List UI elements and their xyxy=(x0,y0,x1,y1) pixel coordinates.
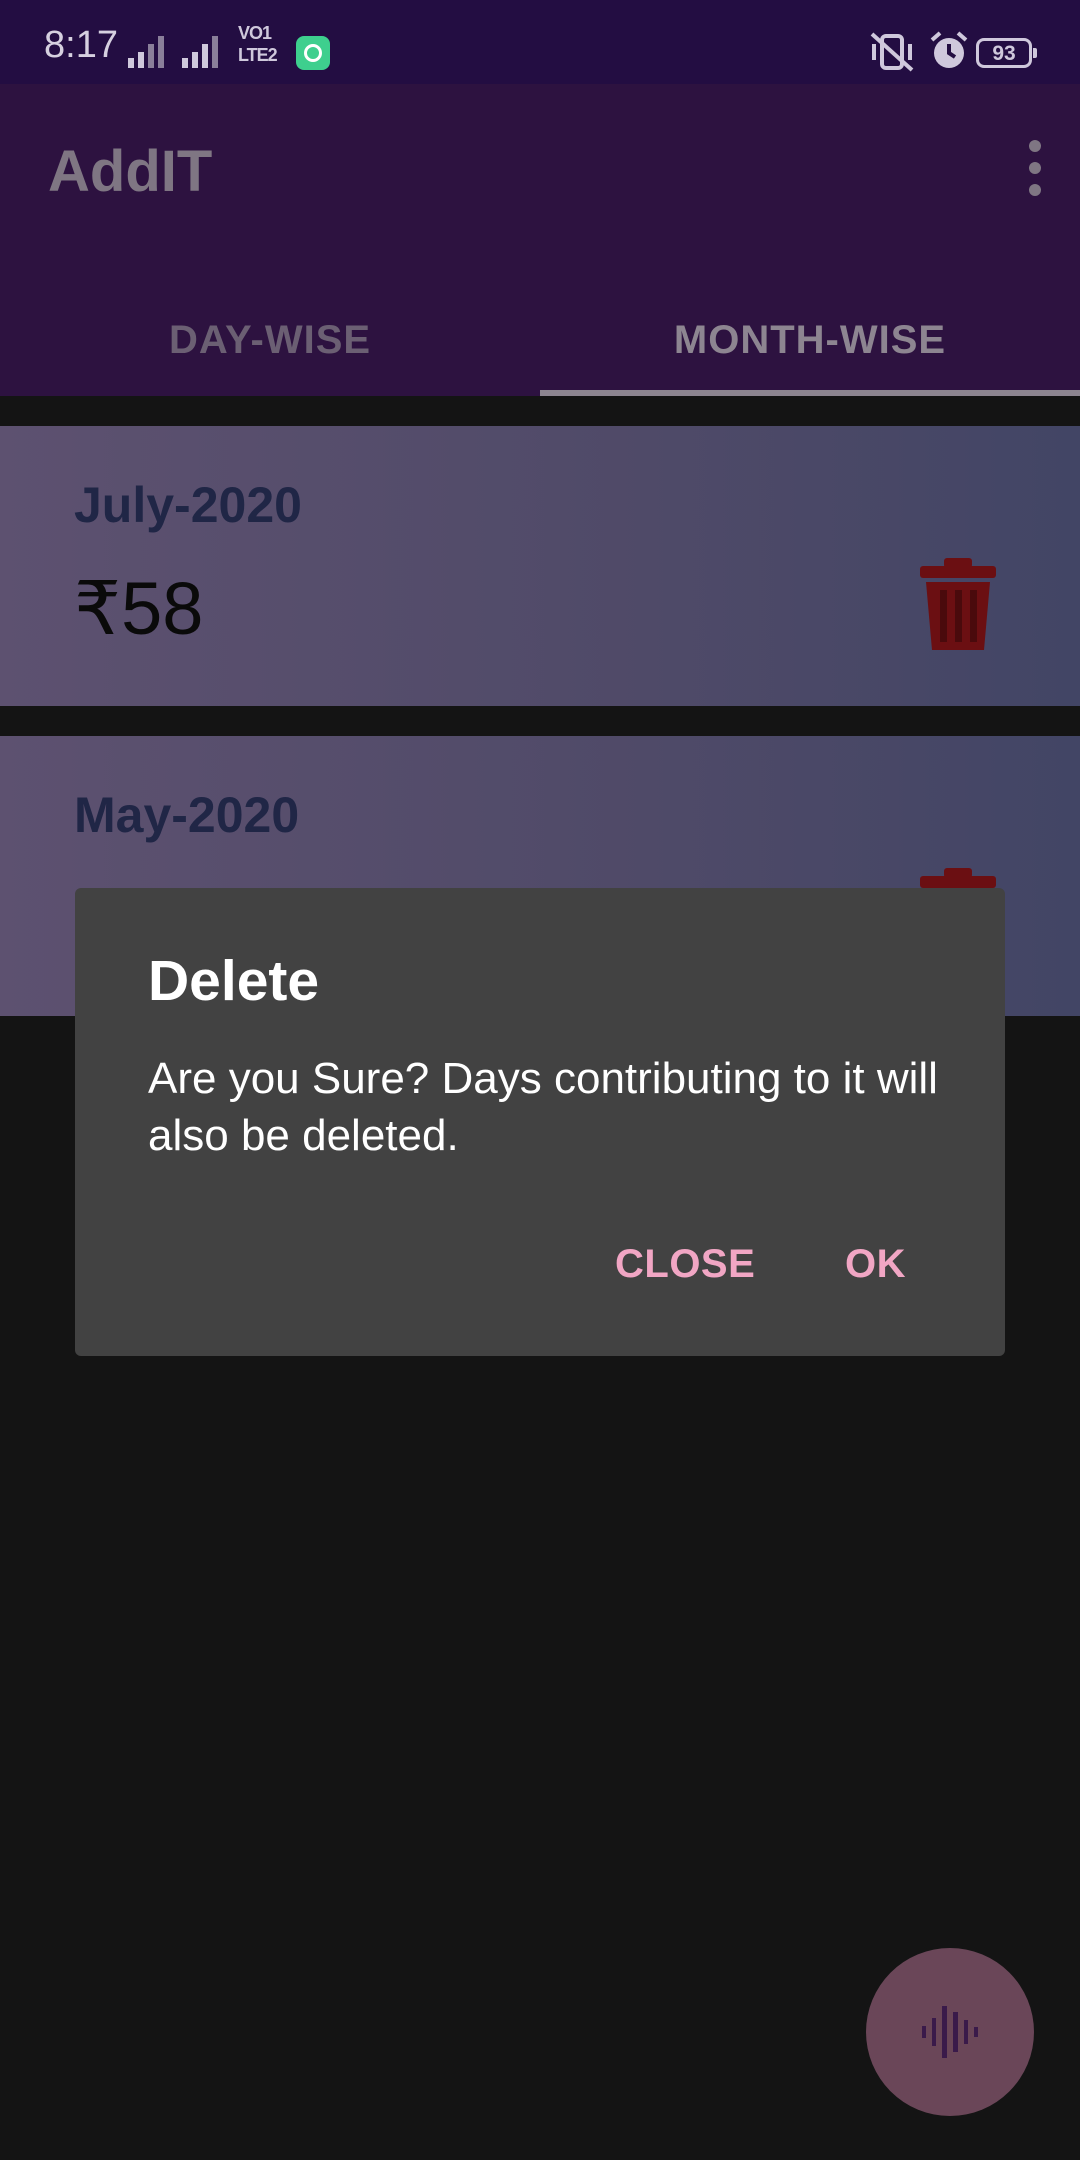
ok-button[interactable]: OK xyxy=(845,1234,906,1294)
tab-day-wise[interactable]: DAY-WISE xyxy=(0,284,540,396)
voice-input-button[interactable] xyxy=(866,1948,1034,2116)
app-title: AddIT xyxy=(48,139,213,204)
card-amount: ₹58 xyxy=(74,567,204,650)
voice-wave-icon xyxy=(922,2006,978,2058)
status-bar: 8:17 VO1 LTE2 93 xyxy=(0,0,1080,84)
card-month-label: July-2020 xyxy=(74,477,302,533)
app-notification-icon xyxy=(296,36,330,70)
delete-dialog: Delete Are you Sure? Days contributing t… xyxy=(75,888,1005,1356)
vibrate-icon xyxy=(870,32,914,72)
signal-icon xyxy=(182,36,218,68)
tab-indicator xyxy=(540,390,1080,396)
volte-icon: VO1 LTE2 xyxy=(238,22,284,74)
dialog-title: Delete xyxy=(148,949,320,1013)
overflow-menu-icon[interactable] xyxy=(1020,140,1050,200)
sim-2-label: 2 xyxy=(267,45,278,65)
battery-icon: 93 xyxy=(976,38,1037,68)
trash-icon[interactable] xyxy=(918,558,998,650)
volte-label: VO xyxy=(238,23,263,43)
dialog-message: Are you Sure? Days contributing to it wi… xyxy=(148,1054,938,1160)
status-time: 8:17 xyxy=(44,24,118,66)
tab-month-wise[interactable]: MONTH-WISE xyxy=(540,284,1080,396)
month-card[interactable]: July-2020 ₹58 xyxy=(0,426,1080,706)
signal-icon xyxy=(128,36,164,68)
card-month-label: May-2020 xyxy=(74,787,300,843)
close-button[interactable]: CLOSE xyxy=(615,1234,755,1294)
sim-1-label: 1 xyxy=(262,23,272,43)
lte-label: LTE xyxy=(238,45,269,65)
app-bar: AddIT DAY-WISE MONTH-WISE xyxy=(0,84,1080,396)
alarm-icon xyxy=(930,31,968,68)
